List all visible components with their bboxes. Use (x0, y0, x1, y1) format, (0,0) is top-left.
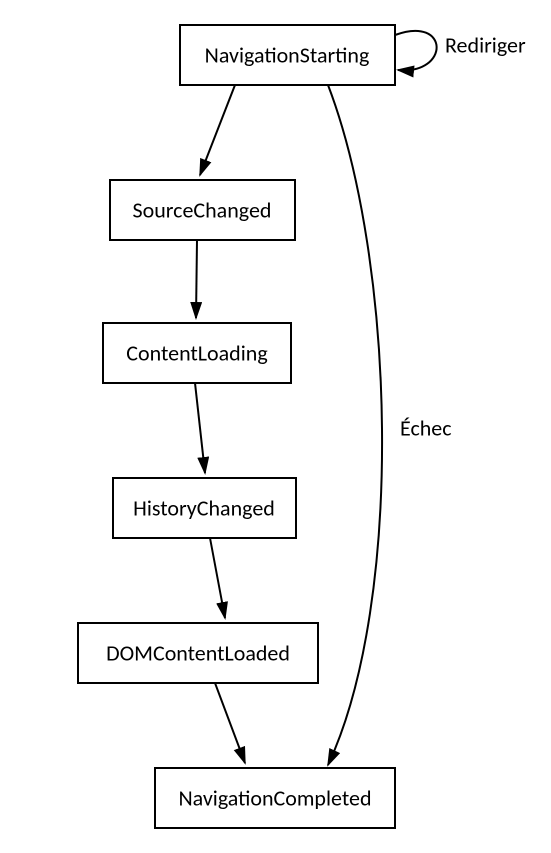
node-history-changed-label: HistoryChanged (133, 494, 275, 521)
node-dom-content-loaded-label: DOMContentLoaded (106, 639, 290, 666)
edge-content-to-history (195, 383, 205, 473)
node-content-loading: ContentLoading (103, 323, 291, 383)
node-dom-content-loaded: DOMContentLoaded (78, 623, 318, 683)
node-navigation-completed: NavigationCompleted (155, 768, 395, 828)
label-failure: Échec (400, 414, 452, 441)
edge-start-to-source (200, 85, 235, 175)
edge-dom-to-completed (215, 683, 245, 763)
edge-failure: Échec (328, 85, 452, 765)
flowchart-diagram: NavigationStarting Rediriger SourceChang… (0, 0, 551, 853)
node-source-changed: SourceChanged (110, 180, 295, 240)
node-navigation-completed-label: NavigationCompleted (178, 784, 371, 811)
node-content-loading-label: ContentLoading (126, 339, 267, 366)
node-navigation-starting: NavigationStarting (180, 25, 395, 85)
node-navigation-starting-label: NavigationStarting (205, 41, 370, 68)
edge-history-to-dom (210, 538, 225, 618)
label-redirect: Rediriger (445, 31, 526, 58)
edge-source-to-content (196, 240, 197, 318)
edge-redirect-loop: Rediriger (395, 31, 526, 70)
node-source-changed-label: SourceChanged (133, 196, 272, 223)
node-history-changed: HistoryChanged (113, 478, 296, 538)
